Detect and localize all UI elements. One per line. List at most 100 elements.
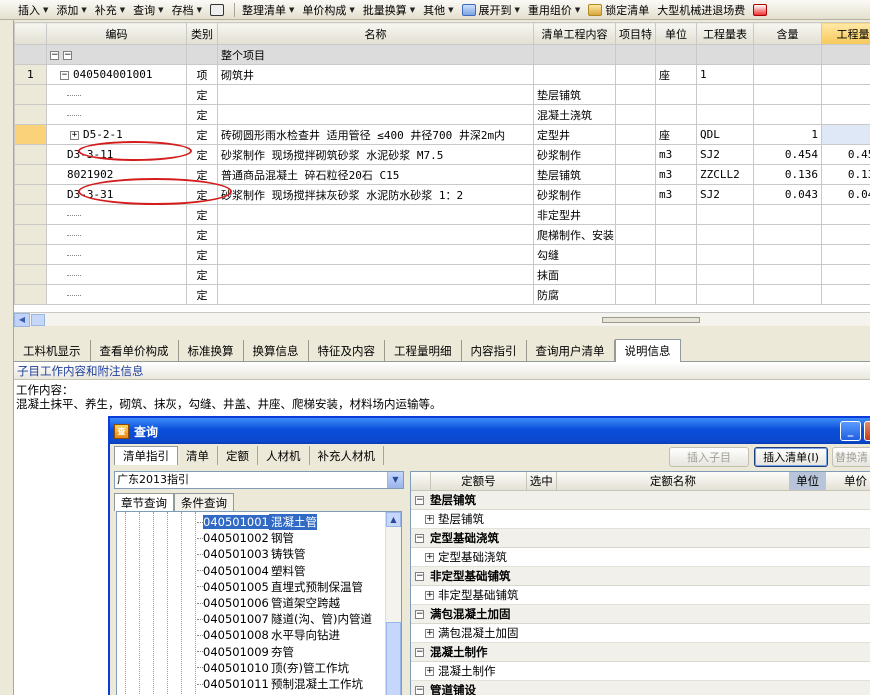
cell-amount[interactable]: 0.136 [753, 164, 822, 185]
collapse-icon[interactable]: − [50, 50, 59, 60]
cell-type[interactable]: 定 [186, 244, 218, 265]
scroll-thumb[interactable] [31, 314, 45, 326]
collapse-icon[interactable]: − [415, 609, 424, 619]
cell-feature[interactable] [615, 44, 656, 65]
quota-group-row[interactable]: − 混凝土制作 [411, 643, 870, 662]
cell-code[interactable] [46, 224, 187, 245]
cell-table[interactable] [696, 224, 754, 245]
close-icon[interactable]: × [864, 421, 870, 441]
tab-extra-labor-material[interactable]: 补充人材机 [310, 446, 384, 465]
table-row[interactable]: 定 爬梯制作、安装 0 [14, 224, 870, 245]
quota-group-row[interactable]: − 非定型基础铺筑 [411, 567, 870, 586]
cell-qty[interactable]: 0 [821, 264, 870, 285]
cell-content[interactable]: 垫层铺筑 [533, 84, 616, 105]
cell-content[interactable]: 非定型井 [533, 204, 616, 225]
tab-description[interactable]: 说明信息 [614, 339, 681, 362]
cell-content[interactable]: 定型井 [533, 124, 616, 145]
cell-table[interactable] [696, 264, 754, 285]
row-number[interactable] [14, 104, 47, 125]
cell-unit[interactable]: m3 [655, 184, 697, 205]
archive-menu[interactable]: 存档 ▼ [168, 1, 206, 19]
cell-feature[interactable] [615, 184, 656, 205]
cell-amount[interactable] [753, 104, 822, 125]
cell-name[interactable]: 普通商品混凝土 碎石粒径20石 C15 [217, 164, 534, 185]
quota-group-row[interactable]: − 垫层铺筑 [411, 491, 870, 510]
cell-unit[interactable]: 座 [655, 124, 697, 145]
cell-name[interactable]: 砌筑井 [217, 64, 534, 85]
tree-item[interactable]: 040501008 水平导向钻进 [197, 627, 340, 643]
cell-type[interactable]: 定 [186, 124, 218, 145]
cell-table[interactable]: SJ2 [696, 184, 754, 205]
tree-item[interactable]: 040501009 夯管 [197, 644, 294, 660]
table-row[interactable]: 定 非定型井 0 [14, 204, 870, 225]
cell-table[interactable] [696, 104, 754, 125]
quota-item-row[interactable]: + 定型基础浇筑 [411, 548, 870, 567]
header-qty[interactable]: 工程量 [821, 22, 870, 45]
cell-qty[interactable]: 1 [821, 64, 870, 85]
header-unit[interactable]: 单位 [790, 472, 827, 490]
cell-name[interactable] [217, 244, 534, 265]
cell-feature[interactable] [615, 84, 656, 105]
table-row[interactable]: D3-3-31 定砂浆制作 现场搅拌抹灰砂浆 水泥防水砂浆 1：2 砂浆制作 m3 SJ… [14, 184, 870, 205]
cell-amount[interactable] [753, 84, 822, 105]
tree-item[interactable]: 040501004 塑料管 [197, 563, 306, 579]
splitter-handle[interactable] [602, 317, 700, 323]
tree-item[interactable]: 040501011 预制混凝土工作坑 [197, 676, 363, 692]
tab-features[interactable]: 特征及内容 [309, 340, 385, 362]
cell-name[interactable] [217, 104, 534, 125]
header-quota-no[interactable]: 定额号 [431, 472, 527, 490]
grid-horizontal-scrollbar[interactable]: ◀ [14, 312, 870, 327]
cell-unit[interactable]: 座 [655, 64, 697, 85]
cell-code[interactable]: + D5-2-1 [46, 124, 187, 145]
minimize-icon[interactable]: _ [840, 421, 861, 441]
cell-unit[interactable] [655, 84, 697, 105]
cell-name[interactable]: 砂浆制作 现场搅拌抹灰砂浆 水泥防水砂浆 1：2 [217, 184, 534, 205]
header-code[interactable]: 编码 [46, 22, 187, 45]
scroll-left-icon[interactable]: ◀ [14, 313, 30, 327]
cell-type[interactable]: 定 [186, 204, 218, 225]
row-number[interactable] [14, 224, 47, 245]
cell-name[interactable] [217, 204, 534, 225]
cell-type[interactable]: 定 [186, 104, 218, 125]
cell-amount[interactable] [753, 224, 822, 245]
cell-table[interactable] [696, 44, 754, 65]
cell-qty[interactable] [821, 44, 870, 65]
batch-convert-menu[interactable]: 批量换算 ▼ [359, 1, 419, 19]
header-unit[interactable]: 单位 [655, 22, 697, 45]
cell-content[interactable]: 爬梯制作、安装 [533, 224, 616, 245]
quota-group-row[interactable]: − 定型基础浇筑 [411, 529, 870, 548]
cell-table[interactable] [696, 84, 754, 105]
header-content[interactable]: 清单工程内容 [533, 22, 616, 45]
header-unit-price[interactable]: 单价 [826, 472, 870, 490]
tab-labor-material[interactable]: 人材机 [258, 446, 310, 465]
row-number[interactable] [14, 84, 47, 105]
cell-code[interactable] [46, 284, 187, 305]
query-menu[interactable]: 查询 ▼ [129, 1, 167, 19]
tree-item[interactable]: 040501006 管道架空跨越 [197, 595, 340, 611]
cell-content[interactable]: 垫层铺筑 [533, 164, 616, 185]
cell-content[interactable]: 抹面 [533, 264, 616, 285]
cell-type[interactable]: 定 [186, 284, 218, 305]
table-row[interactable]: D3-3-11 定砂浆制作 现场搅拌砌筑砂浆 水泥砂浆 M7.5 砂浆制作 m3 SJ2… [14, 144, 870, 165]
expand-icon[interactable]: + [425, 590, 434, 600]
expand-icon[interactable]: + [425, 514, 434, 524]
quota-group-row[interactable]: − 满包混凝土加固 [411, 605, 870, 624]
table-row[interactable]: 定 防腐 0 [14, 284, 870, 305]
table-row[interactable]: 定 混凝土浇筑 0 [14, 104, 870, 125]
tree-item[interactable]: 040501002 钢管 [197, 530, 294, 546]
cell-code[interactable] [46, 244, 187, 265]
cell-amount[interactable] [753, 244, 822, 265]
tab-condition-query[interactable]: 条件查询 [174, 493, 234, 511]
cell-code[interactable]: − − [46, 44, 187, 65]
tree-scroll-thumb[interactable] [386, 622, 401, 695]
cell-unit[interactable] [655, 104, 697, 125]
cell-name[interactable] [217, 264, 534, 285]
add-menu[interactable]: 添加 ▼ [52, 1, 90, 19]
cell-table[interactable]: ZZCLL2 [696, 164, 754, 185]
cell-amount[interactable]: 0.043 [753, 184, 822, 205]
header-selected[interactable]: 选中 [527, 472, 557, 490]
cell-feature[interactable] [615, 264, 656, 285]
cell-amount[interactable] [753, 64, 822, 85]
cell-qty[interactable]: 0 [821, 244, 870, 265]
cell-table[interactable] [696, 204, 754, 225]
